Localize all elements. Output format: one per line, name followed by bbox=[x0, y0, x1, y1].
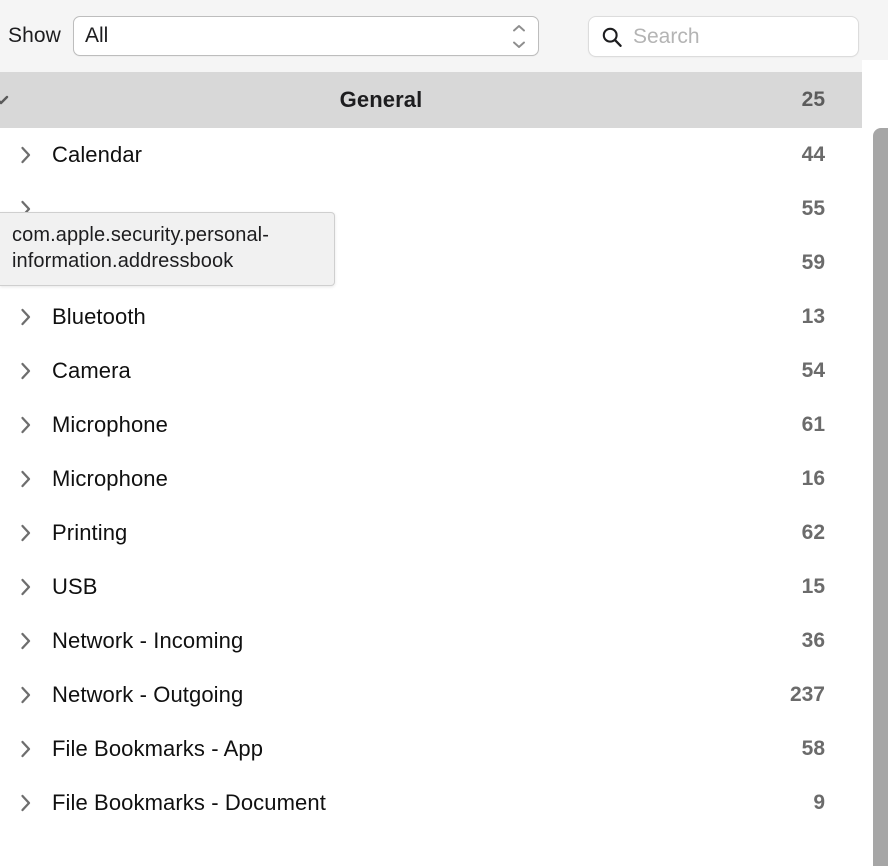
list-item[interactable]: Bluetooth 13 bbox=[0, 290, 868, 344]
list-item-label: Microphone bbox=[52, 412, 168, 437]
list-item[interactable]: USB 15 bbox=[0, 560, 868, 614]
chevron-right-icon[interactable] bbox=[0, 683, 52, 707]
show-filter-value: All bbox=[84, 24, 109, 47]
list-item[interactable]: File Bookmarks - Document 9 bbox=[0, 776, 868, 830]
chevron-right-icon[interactable] bbox=[0, 521, 52, 545]
vertical-scrollbar-thumb[interactable] bbox=[873, 128, 888, 866]
list-item-label: Calendar bbox=[52, 142, 143, 167]
tooltip: com.apple.security.personal-information.… bbox=[0, 212, 335, 286]
group-header-general[interactable]: General 25 bbox=[0, 72, 868, 128]
list-item-count: 9 bbox=[813, 791, 825, 814]
vertical-scrollbar-track[interactable] bbox=[862, 60, 888, 866]
tooltip-text: com.apple.security.personal-information.… bbox=[12, 224, 269, 272]
list-item-count: 237 bbox=[789, 683, 825, 706]
list-item-count: 59 bbox=[801, 251, 825, 274]
search-input[interactable]: Search bbox=[633, 25, 700, 49]
list-item[interactable]: Camera 54 bbox=[0, 344, 868, 398]
list-item-count: 55 bbox=[801, 197, 825, 220]
search-icon bbox=[601, 26, 623, 48]
chevron-right-icon[interactable] bbox=[0, 575, 52, 599]
list-item-label: File Bookmarks - App bbox=[52, 736, 264, 761]
toolbar: Show All Search bbox=[0, 0, 888, 72]
list-item-count: 44 bbox=[801, 143, 825, 166]
list-item-label: Printing bbox=[52, 520, 128, 545]
chevron-right-icon[interactable] bbox=[0, 143, 52, 167]
show-filter-select[interactable]: All bbox=[72, 16, 539, 56]
list-item-label: Microphone bbox=[52, 466, 168, 491]
list-item-count: 58 bbox=[801, 737, 825, 760]
list-item-label: Camera bbox=[52, 358, 131, 383]
list-item-count: 54 bbox=[801, 359, 825, 382]
group-header-count: 25 bbox=[801, 88, 825, 111]
chevron-right-icon[interactable] bbox=[0, 791, 52, 815]
list-item[interactable]: Printing 62 bbox=[0, 506, 868, 560]
list-item-count: 61 bbox=[801, 413, 825, 436]
list-item-label: Bluetooth bbox=[52, 304, 146, 329]
list-item[interactable]: Calendar 44 bbox=[0, 128, 868, 182]
chevron-right-icon[interactable] bbox=[0, 305, 52, 329]
chevron-right-icon[interactable] bbox=[0, 737, 52, 761]
list-item-label: Network - Outgoing bbox=[52, 682, 244, 707]
up-down-chevron-icon[interactable] bbox=[506, 18, 532, 54]
list-item-label: File Bookmarks - Document bbox=[52, 790, 326, 815]
entitlements-browser-window: Show All Search General 25 Calendar 44 5… bbox=[0, 0, 888, 866]
page-title: General bbox=[339, 87, 423, 112]
list-item[interactable]: Microphone 16 bbox=[0, 452, 868, 506]
show-label: Show bbox=[8, 24, 61, 47]
list-item[interactable]: Network - Incoming 36 bbox=[0, 614, 868, 668]
list-item-count: 36 bbox=[801, 629, 825, 652]
list-item[interactable]: Microphone 61 bbox=[0, 398, 868, 452]
list-item-label: USB bbox=[52, 574, 98, 599]
list-item[interactable]: File Bookmarks - App 58 bbox=[0, 722, 868, 776]
chevron-right-icon[interactable] bbox=[0, 359, 52, 383]
list-item[interactable]: Network - Outgoing 237 bbox=[0, 668, 868, 722]
list-item-count: 15 bbox=[801, 575, 825, 598]
list-item-count: 16 bbox=[801, 467, 825, 490]
chevron-right-icon[interactable] bbox=[0, 467, 52, 491]
list-item-count: 62 bbox=[801, 521, 825, 544]
list-item-count: 13 bbox=[801, 305, 825, 328]
chevron-right-icon[interactable] bbox=[0, 629, 52, 653]
chevron-right-icon[interactable] bbox=[0, 413, 52, 437]
list-item-label: Network - Incoming bbox=[52, 628, 244, 653]
search-field[interactable]: Search bbox=[588, 16, 859, 57]
